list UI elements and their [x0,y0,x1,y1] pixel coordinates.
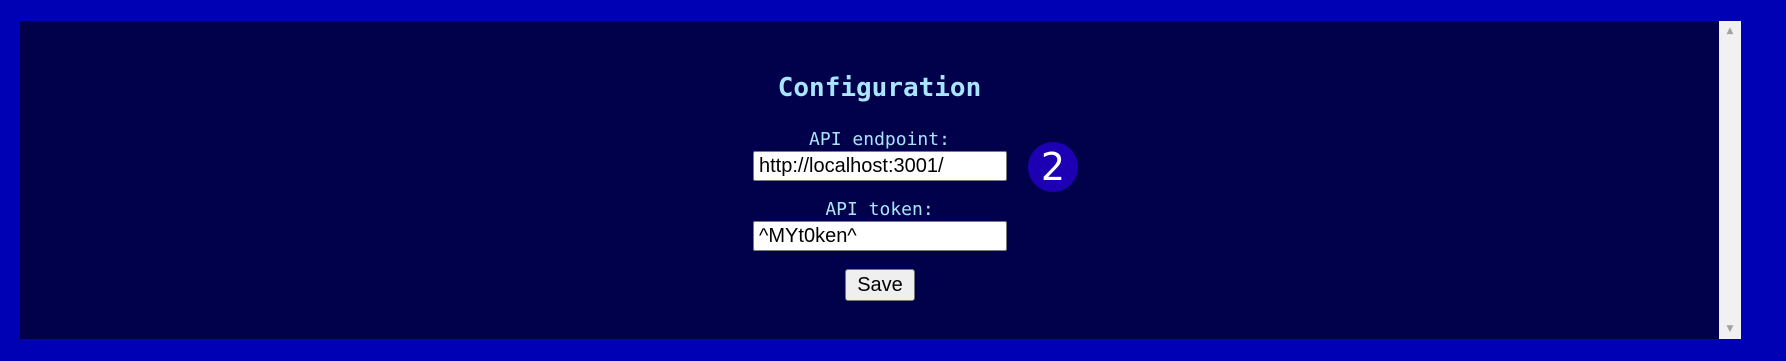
scroll-up-icon[interactable]: ▲ [1719,23,1741,39]
vertical-scrollbar[interactable]: ▲ ▼ [1719,21,1741,339]
save-button[interactable]: Save [845,269,915,301]
config-panel: Configuration API endpoint: 2 API token:… [20,21,1739,339]
api-endpoint-label: API endpoint: [809,129,950,150]
api-token-input[interactable] [753,221,1007,251]
scroll-down-icon[interactable]: ▼ [1719,321,1741,337]
page-title: Configuration [777,73,982,103]
api-endpoint-input[interactable] [753,151,1007,181]
step-number-badge: 2 [1028,142,1078,192]
api-token-label: API token: [825,199,934,220]
